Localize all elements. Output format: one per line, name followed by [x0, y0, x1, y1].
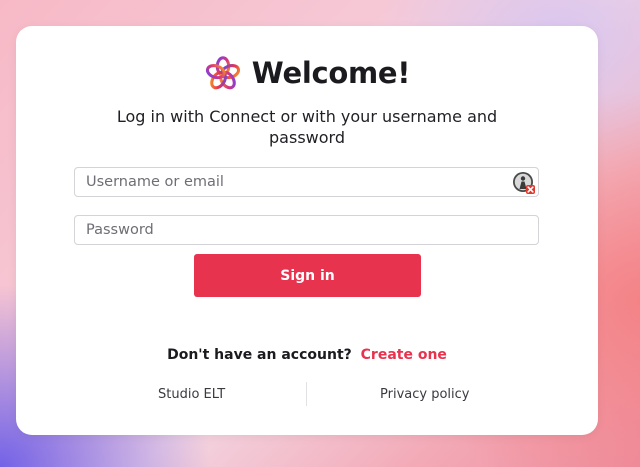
password-field-wrapper	[74, 215, 539, 245]
login-subtitle: Log in with Connect or with your usernam…	[116, 107, 498, 147]
password-manager-icon[interactable]	[512, 171, 536, 195]
studio-elt-link[interactable]: Studio ELT	[158, 387, 225, 402]
sign-in-button[interactable]: Sign in	[194, 254, 421, 297]
privacy-policy-link[interactable]: Privacy policy	[380, 387, 469, 402]
footer-divider	[306, 382, 307, 406]
password-input[interactable]	[75, 216, 538, 244]
signup-prompt: Don't have an account? Create one	[16, 347, 598, 363]
page-title: Welcome!	[251, 56, 411, 90]
create-account-link[interactable]: Create one	[361, 347, 447, 363]
signup-prompt-text: Don't have an account?	[167, 347, 352, 363]
flower-ring-logo-icon	[205, 56, 240, 90]
brand-header: Welcome!	[16, 54, 598, 92]
username-input[interactable]	[75, 168, 538, 196]
login-card: Welcome! Log in with Connect or with you…	[16, 26, 598, 435]
username-field-wrapper	[74, 167, 539, 197]
